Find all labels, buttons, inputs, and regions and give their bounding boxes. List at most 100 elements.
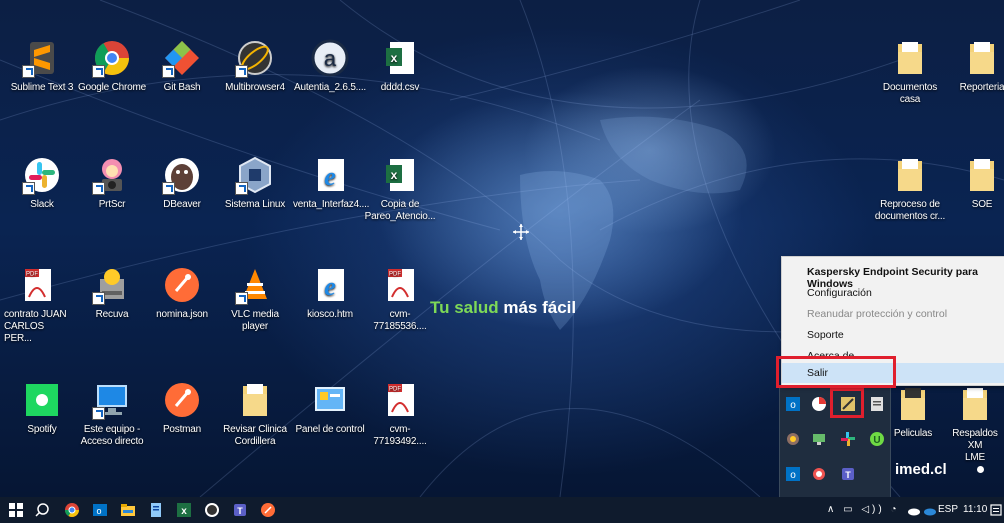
ie-html-icon: e <box>318 159 344 191</box>
desktop-icon-cvm-77193492[interactable]: PDF cvm-77193492.... <box>363 380 437 448</box>
chrome-taskbar-icon[interactable] <box>64 502 80 518</box>
desktop[interactable]: Sublime Text 3 Google Chrome Git Bash Mu… <box>0 0 1004 497</box>
icon-label: Google Chrome <box>78 82 146 93</box>
icon-label: nomina.json <box>156 309 208 320</box>
desktop-icon-sistema-linux[interactable]: Sistema Linux <box>218 155 292 211</box>
icon-label: DBeaver <box>163 199 201 210</box>
svg-text:T: T <box>845 470 851 480</box>
clock[interactable]: 11:10 <box>963 504 987 515</box>
shortcut-arrow-icon <box>92 182 105 195</box>
desktop-icon-reproceso[interactable]: Reproceso de documentos cr... <box>873 155 947 223</box>
folder-icon <box>898 159 922 191</box>
desktop-icon-spotify[interactable]: Spotify <box>5 380 79 436</box>
notifications-icon[interactable] <box>988 502 1004 518</box>
icon-label: Autentia_2.6.5.... <box>293 82 366 93</box>
desktop-icon-revisar-clinica[interactable]: Revisar Clinica Cordillera <box>218 380 292 448</box>
desktop-icon-chrome[interactable]: Google Chrome <box>75 38 149 94</box>
wallpaper-brand: imed.cl <box>895 461 947 478</box>
desktop-icon-copia-pareo[interactable]: x Copia de Pareo_Atencio... <box>363 155 437 223</box>
desktop-icon-soe[interactable]: SOE <box>945 155 1004 211</box>
shortcut-arrow-icon <box>235 65 248 78</box>
search-icon[interactable] <box>34 502 50 518</box>
icon-label: PrtScr <box>98 199 126 210</box>
desktop-icon-vlc[interactable]: VLC media player <box>218 265 292 333</box>
icon-label: SOE <box>971 199 993 210</box>
svg-text:PDF: PDF <box>389 272 401 278</box>
shortcut-arrow-icon <box>92 407 105 420</box>
desktop-icon-recuva[interactable]: Recuva <box>75 265 149 321</box>
outlook-tray-icon-2[interactable]: o <box>784 465 802 483</box>
desktop-icon-multibrowser[interactable]: Multibrowser4 <box>218 38 292 94</box>
desktop-icon-dddd-csv[interactable]: x dddd.csv <box>363 38 437 94</box>
desktop-icon-documentos-casa[interactable]: Documentos casa <box>873 38 947 106</box>
desktop-icon-nomina-json[interactable]: nomina.json <box>145 265 219 321</box>
pdf-icon: PDF <box>388 269 414 301</box>
folder-icon <box>901 388 925 420</box>
shortcut-arrow-icon <box>22 182 35 195</box>
document-tray-icon[interactable] <box>868 395 886 413</box>
desktop-icon-este-equipo[interactable]: Este equipo - Acceso directo <box>75 380 149 448</box>
slogan-rest: más fácil <box>498 298 577 317</box>
svg-text:o: o <box>96 506 101 516</box>
folder-icon <box>970 42 994 74</box>
desktop-icon-autentia[interactable]: a Autentia_2.6.5.... <box>293 38 367 94</box>
antivirus-tray-icon[interactable] <box>810 395 828 413</box>
icon-label: Sistema Linux <box>224 199 286 210</box>
outlook-tray-icon[interactable]: o <box>784 395 802 413</box>
icon-label: Postman <box>162 424 202 435</box>
desktop-icon-slack[interactable]: Slack <box>5 155 79 211</box>
desktop-icon-kiosco[interactable]: e kiosco.htm <box>293 265 367 321</box>
desktop-icon-reporteria[interactable]: Reporteria <box>945 38 1004 94</box>
notes-taskbar-icon[interactable] <box>148 502 164 518</box>
desktop-icon-postman[interactable]: Postman <box>145 380 219 436</box>
spotify-icon <box>26 384 58 416</box>
tray-system-icons[interactable]: ∧ ▭ ◁)) ◔ <box>827 504 900 515</box>
slack-tray-icon[interactable] <box>839 430 857 448</box>
icon-label: Recuva <box>95 309 129 320</box>
desktop-icon-contrato-pdf[interactable]: PDF contrato JUAN CARLOS PER... <box>0 265 74 345</box>
settings-tray-icon[interactable] <box>810 465 828 483</box>
desktop-icon-respaldos[interactable]: Respaldos XM LME <box>945 384 1004 464</box>
icon-label: Git Bash <box>163 82 201 93</box>
windows-start-icon[interactable] <box>8 502 24 518</box>
icon-label: cvm-77185536.... <box>373 309 427 332</box>
icon-label: cvm-77193492.... <box>373 424 427 447</box>
teams-taskbar-icon[interactable]: T <box>232 502 248 518</box>
excel-taskbar-icon[interactable]: x <box>176 502 192 518</box>
desktop-icon-peliculas[interactable]: Peliculas <box>883 384 943 440</box>
desktop-icon-git-bash[interactable]: Git Bash <box>145 38 219 94</box>
file-explorer-icon[interactable] <box>120 502 136 518</box>
icon-label: Copia de Pareo_Atencio... <box>364 199 436 222</box>
postman-taskbar-icon[interactable] <box>260 502 276 518</box>
desktop-icon-panel-control[interactable]: Panel de control <box>293 380 367 436</box>
move-cursor-icon <box>513 224 529 240</box>
desktop-icon-sublime[interactable]: Sublime Text 3 <box>5 38 79 94</box>
postman-icon <box>165 268 199 302</box>
svg-text:PDF: PDF <box>389 387 401 393</box>
onedrive-icon[interactable] <box>906 502 922 518</box>
folder-icon <box>898 42 922 74</box>
app-tray-icon[interactable] <box>784 430 802 448</box>
excel-icon: x <box>386 159 414 191</box>
menu-item-soporte[interactable]: Soporte <box>782 329 1004 341</box>
excel-csv-icon: x <box>386 42 414 74</box>
desktop-icon-venta-interfaz[interactable]: e venta_Interfaz4.... <box>293 155 369 211</box>
teams-tray-icon[interactable]: T <box>839 465 857 483</box>
desktop-icon-dbeaver[interactable]: DBeaver <box>145 155 219 211</box>
outlook-taskbar-icon[interactable]: o <box>92 502 108 518</box>
salir-highlight <box>776 356 896 388</box>
svg-text:PDF: PDF <box>26 272 38 278</box>
shortcut-arrow-icon <box>162 65 175 78</box>
github-taskbar-icon[interactable] <box>204 502 220 518</box>
language-indicator[interactable]: ESP <box>938 504 958 515</box>
onedrive-business-icon[interactable] <box>922 502 938 518</box>
postman-icon <box>165 383 199 417</box>
upwork-tray-icon[interactable]: U <box>868 430 886 448</box>
network-device-tray-icon[interactable] <box>810 430 828 448</box>
menu-item-configuracion[interactable]: Configuración <box>782 287 1004 299</box>
wallpaper-slogan: Tu salud más fácil <box>430 298 576 318</box>
desktop-icon-prtscr[interactable]: PrtScr <box>75 155 149 211</box>
desktop-icon-cvm-77185536[interactable]: PDF cvm-77185536.... <box>363 265 437 333</box>
icon-label: Spotify <box>27 424 57 435</box>
svg-text:e: e <box>324 272 336 301</box>
